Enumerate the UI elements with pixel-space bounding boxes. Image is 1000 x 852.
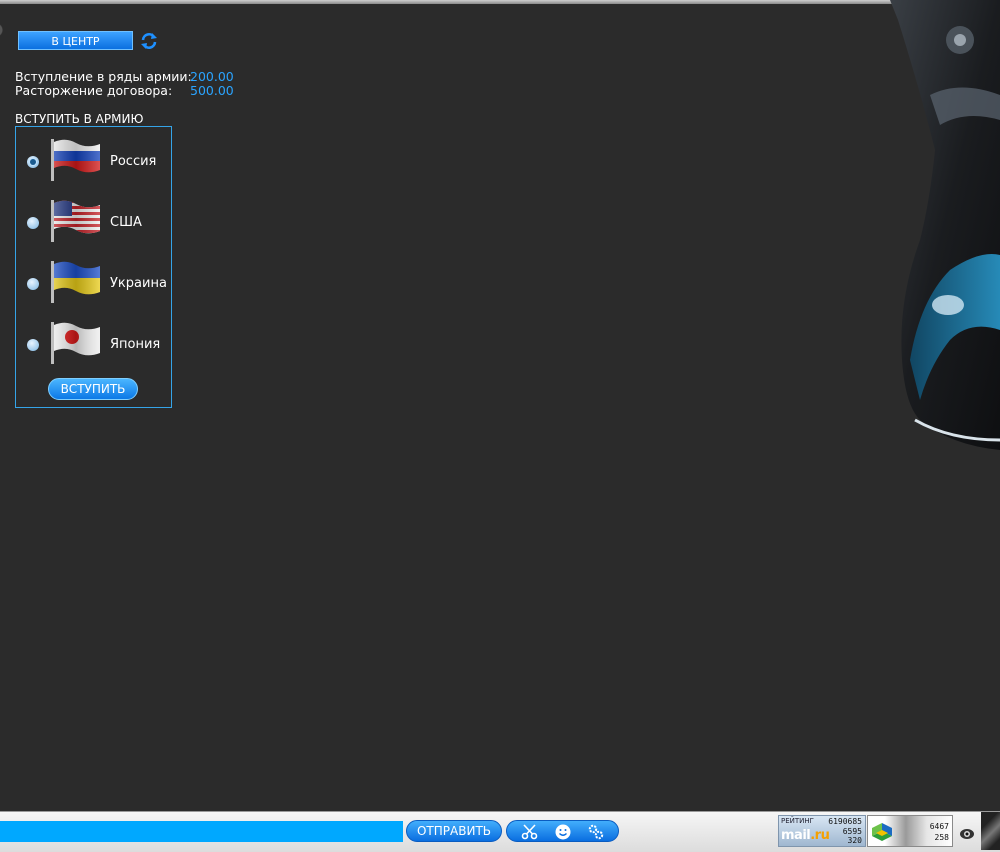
radio-button-japan[interactable] (27, 339, 39, 351)
counter-value-3: 320 (847, 836, 862, 845)
radio-button-ukraine[interactable] (27, 278, 39, 290)
stats-cube-icon (872, 823, 892, 841)
chat-message-input[interactable] (0, 821, 403, 842)
russia-flag-icon (51, 139, 100, 181)
left-frame-edge (0, 0, 8, 60)
counter-value-2: 6595 (842, 827, 862, 836)
refresh-icon[interactable] (139, 31, 159, 51)
counter-value-5: 258 (934, 833, 949, 842)
country-option-russia[interactable]: Россия (16, 137, 171, 189)
counter-value-1: 6190685 (828, 817, 862, 826)
send-button[interactable]: ОТПРАВИТЬ (406, 820, 502, 842)
smiley-icon[interactable] (554, 823, 572, 841)
corner-decoration (981, 812, 1000, 850)
radio-button-usa[interactable] (27, 217, 39, 229)
chat-tools-group (506, 820, 619, 842)
join-army-title: ВСТУПИТЬ В АРМИЮ (15, 112, 144, 126)
termination-fee-label: Расторжение договора: (15, 83, 173, 98)
country-label-ukraine: Украина (110, 276, 167, 291)
counter-value-4: 6467 (929, 822, 949, 831)
country-label-usa: США (110, 215, 142, 230)
to-center-button[interactable]: В ЦЕНТР (18, 31, 133, 50)
radio-button-russia[interactable] (27, 156, 39, 168)
counter-rating-label: РЕЙТИНГ (781, 817, 814, 825)
termination-fee-row: Расторжение договора: 500.00 (15, 83, 234, 98)
decorative-robot-art (890, 0, 1000, 450)
country-option-japan[interactable]: Япония (16, 320, 171, 372)
country-option-ukraine[interactable]: Украина (16, 259, 171, 311)
join-fee-row: Вступление в ряды армии: 200.00 (15, 69, 234, 84)
country-select-panel: Россия США Украина Япония ВСТУПИТЬ (15, 126, 172, 408)
usa-flag-icon (51, 200, 100, 242)
mailru-logo: mail.ru (781, 828, 830, 843)
termination-fee-value: 500.00 (190, 83, 234, 98)
eye-icon[interactable] (959, 827, 975, 841)
country-option-usa[interactable]: США (16, 198, 171, 250)
bottom-chat-bar: ОТПРАВИТЬ РЕЙТИНГ mail.ru 6190685 6595 3… (0, 811, 1000, 852)
join-fee-value: 200.00 (190, 69, 234, 84)
fees-info: Вступление в ряды армии: 200.00 Расторже… (15, 69, 234, 98)
top-frame-bar (0, 0, 900, 4)
country-label-japan: Япония (110, 337, 161, 352)
liveinternet-counter[interactable]: 6467 258 (867, 815, 953, 847)
country-label-russia: Россия (110, 154, 157, 169)
scissors-icon[interactable] (521, 823, 539, 841)
join-army-button[interactable]: ВСТУПИТЬ (48, 378, 138, 400)
ukraine-flag-icon (51, 261, 100, 303)
japan-flag-icon (51, 322, 100, 364)
settings-icon[interactable] (587, 823, 605, 841)
join-fee-label: Вступление в ряды армии: (15, 69, 192, 84)
mailru-rating-counter[interactable]: РЕЙТИНГ mail.ru 6190685 6595 320 (778, 815, 866, 847)
